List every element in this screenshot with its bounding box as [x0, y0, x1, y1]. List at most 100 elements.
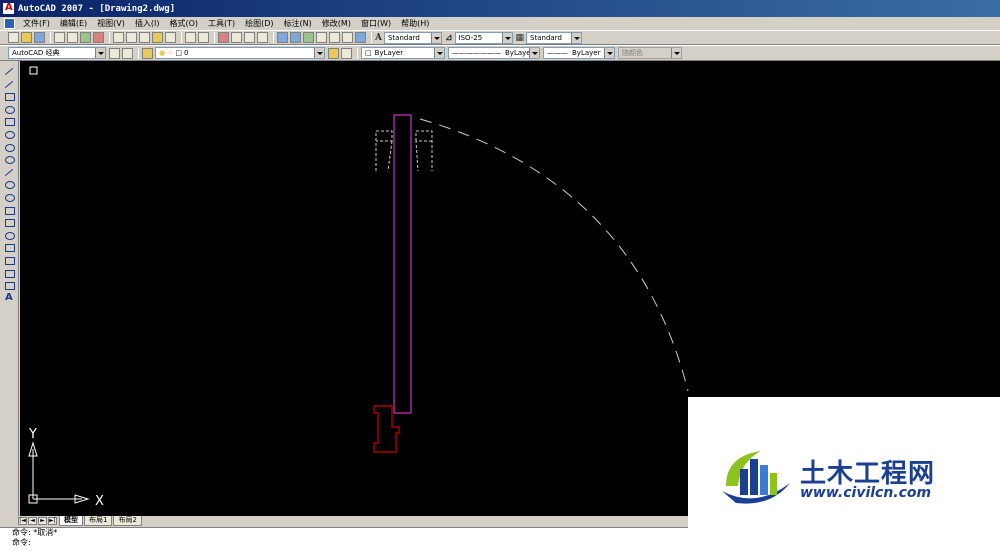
- undo-icon[interactable]: [185, 32, 196, 43]
- dim-style-value: ISO-25: [458, 33, 483, 42]
- menu-help[interactable]: 帮助(H): [396, 18, 434, 29]
- tab-model[interactable]: 模型: [59, 516, 83, 526]
- table-style-icon[interactable]: ▦: [516, 33, 525, 43]
- menu-file[interactable]: 文件(F): [18, 18, 55, 29]
- menu-modify[interactable]: 修改(M): [317, 18, 356, 29]
- toolbar-separator: [181, 32, 182, 43]
- color-select[interactable]: □ ByLayer: [361, 47, 445, 59]
- dropdown-arrow-icon[interactable]: [314, 48, 324, 58]
- menu-bar: 文件(F) 编辑(E) 视图(V) 插入(I) 格式(O) 工具(T) 绘图(D…: [0, 17, 1000, 30]
- properties-toolbar: AutoCAD 经典 ● ☼ □ 0 □ ByLayer ——————— ByLayer …: [0, 45, 1000, 61]
- make-block-icon[interactable]: [3, 217, 16, 228]
- help-icon[interactable]: [355, 32, 366, 43]
- print-preview-icon[interactable]: [67, 32, 78, 43]
- tab-layout1[interactable]: 布局1: [84, 516, 113, 526]
- first-tab-icon[interactable]: |◄: [18, 517, 27, 525]
- dropdown-arrow-icon[interactable]: [434, 48, 444, 58]
- ellipse-icon[interactable]: [3, 179, 16, 190]
- menu-edit[interactable]: 编辑(E): [55, 18, 92, 29]
- zoom-realtime-icon[interactable]: [231, 32, 242, 43]
- gradient-icon[interactable]: [3, 255, 16, 266]
- lineweight-select[interactable]: ——— ByLayer: [543, 47, 615, 59]
- block-editor-icon[interactable]: [165, 32, 176, 43]
- zoom-previous-icon[interactable]: [257, 32, 268, 43]
- title-bar: AutoCAD 2007 - [Drawing2.dwg]: [0, 0, 1000, 17]
- dim-style-icon[interactable]: ⊿: [445, 33, 453, 43]
- menu-window[interactable]: 窗口(W): [356, 18, 396, 29]
- dropdown-arrow-icon[interactable]: [95, 48, 105, 58]
- paste-icon[interactable]: [139, 32, 150, 43]
- hatch-icon[interactable]: [3, 242, 16, 253]
- command-window[interactable]: 命令: *取消* 命令:: [0, 527, 688, 554]
- properties-icon[interactable]: [277, 32, 288, 43]
- table-icon[interactable]: [3, 280, 16, 291]
- toolbar-separator: [357, 47, 358, 59]
- lineweight-preview: ———: [547, 49, 568, 57]
- print-icon[interactable]: [54, 32, 65, 43]
- autocad-app-icon[interactable]: [2, 2, 15, 15]
- tool-palettes-icon[interactable]: [303, 32, 314, 43]
- command-prompt[interactable]: 命令:: [12, 538, 688, 548]
- toolbar-separator: [109, 32, 110, 43]
- polyline-icon[interactable]: [3, 91, 16, 102]
- menu-dimension[interactable]: 标注(N): [279, 18, 317, 29]
- menu-format[interactable]: 格式(O): [164, 18, 203, 29]
- copy-icon[interactable]: [126, 32, 137, 43]
- dim-style-select[interactable]: ISO-25: [454, 31, 513, 44]
- circle-icon[interactable]: [3, 142, 16, 153]
- construction-line-icon[interactable]: [3, 79, 16, 90]
- layer-previous-icon[interactable]: [341, 47, 352, 59]
- dropdown-arrow-icon[interactable]: [529, 48, 539, 58]
- workspace-settings-icon[interactable]: [109, 47, 120, 59]
- tab-layout2[interactable]: 布局2: [113, 516, 142, 526]
- design-center-icon[interactable]: [290, 32, 301, 43]
- calculator-icon[interactable]: [342, 32, 353, 43]
- multiline-text-icon[interactable]: [3, 292, 16, 304]
- table-style-select[interactable]: Standard: [526, 31, 583, 44]
- menu-view[interactable]: 视图(V): [92, 18, 130, 29]
- workspace-select[interactable]: AutoCAD 经典: [8, 47, 106, 59]
- redo-icon[interactable]: [198, 32, 209, 43]
- dropdown-arrow-icon[interactable]: [501, 32, 512, 43]
- dropdown-arrow-icon[interactable]: [604, 48, 614, 58]
- save-icon[interactable]: [34, 32, 45, 43]
- revision-cloud-icon[interactable]: [3, 154, 16, 165]
- menu-insert[interactable]: 插入(I): [130, 18, 165, 29]
- 3d-dwf-icon[interactable]: [93, 32, 104, 43]
- spline-icon[interactable]: [3, 167, 16, 178]
- next-tab-icon[interactable]: ►: [38, 517, 47, 525]
- document-icon[interactable]: [4, 18, 15, 29]
- workspace-value: AutoCAD 经典: [12, 49, 60, 57]
- line-icon[interactable]: [3, 66, 16, 77]
- open-icon[interactable]: [21, 32, 32, 43]
- arc-icon[interactable]: [3, 129, 16, 140]
- insert-block-icon[interactable]: [3, 205, 16, 216]
- polygon-icon[interactable]: [3, 104, 16, 115]
- publish-icon[interactable]: [80, 32, 91, 43]
- zoom-window-icon[interactable]: [244, 32, 255, 43]
- cut-icon[interactable]: [113, 32, 124, 43]
- my-workspace-icon[interactable]: [122, 47, 133, 59]
- prev-tab-icon[interactable]: ◄: [28, 517, 37, 525]
- region-icon[interactable]: [3, 268, 16, 279]
- markup-icon[interactable]: [329, 32, 340, 43]
- point-icon[interactable]: [3, 230, 16, 241]
- layer-select[interactable]: ● ☼ □ 0: [155, 47, 325, 59]
- last-tab-icon[interactable]: ►|: [48, 517, 57, 525]
- text-style-icon[interactable]: A: [375, 33, 382, 43]
- make-object-layer-current-icon[interactable]: [328, 47, 339, 59]
- match-properties-icon[interactable]: [152, 32, 163, 43]
- pan-icon[interactable]: [218, 32, 229, 43]
- toolbar-separator: [214, 32, 215, 43]
- menu-draw[interactable]: 绘图(D): [240, 18, 278, 29]
- rectangle-icon[interactable]: [3, 116, 16, 127]
- linetype-select[interactable]: ——————— ByLayer: [448, 47, 540, 59]
- layer-manager-icon[interactable]: [142, 47, 153, 59]
- dropdown-arrow-icon[interactable]: [571, 32, 582, 43]
- dropdown-arrow-icon[interactable]: [430, 32, 441, 43]
- new-icon[interactable]: [8, 32, 19, 43]
- menu-tools[interactable]: 工具(T): [203, 18, 240, 29]
- ellipse-arc-icon[interactable]: [3, 192, 16, 203]
- text-style-select[interactable]: Standard: [383, 31, 442, 44]
- sheet-set-icon[interactable]: [316, 32, 327, 43]
